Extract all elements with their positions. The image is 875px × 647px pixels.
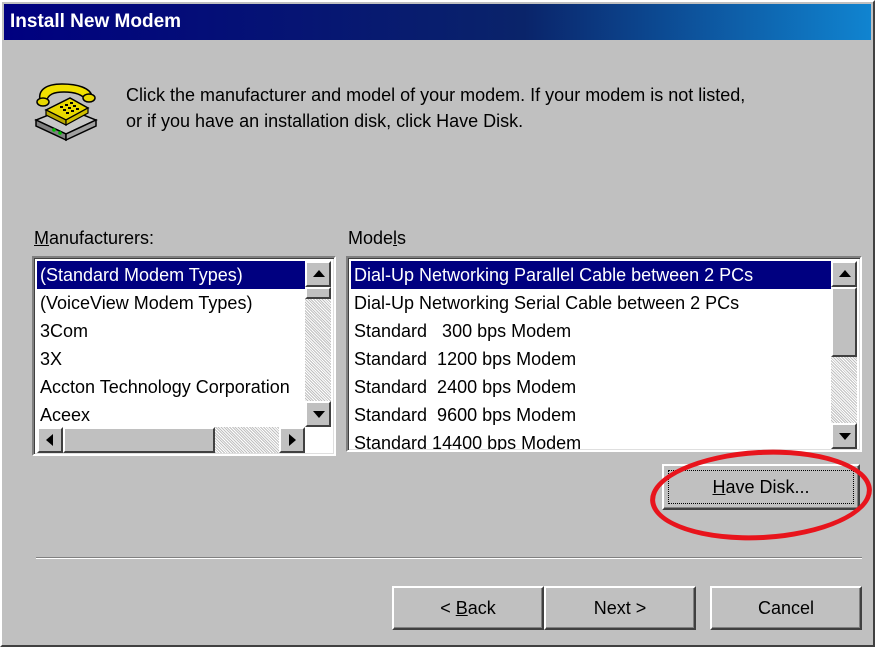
install-new-modem-dialog: Install New Modem Click the manufacturer… (0, 0, 875, 647)
arrow-up-icon (313, 270, 325, 277)
manufacturers-label: Manufacturers: (34, 228, 154, 249)
manufacturers-scroll-down-button[interactable] (305, 401, 331, 427)
model-item[interactable]: Dial-Up Networking Serial Cable between … (351, 289, 831, 317)
models-items: Dial-Up Networking Parallel Cable betwee… (351, 261, 831, 450)
back-button[interactable]: < Back (392, 586, 544, 630)
back-accel: B (455, 597, 468, 618)
instruction-line-1: Click the manufacturer and model of your… (126, 85, 746, 105)
arrow-left-icon (46, 434, 53, 446)
model-item[interactable]: Standard 300 bps Modem (351, 317, 831, 345)
manufacturers-listbox[interactable]: (Standard Modem Types) (VoiceView Modem … (32, 256, 336, 456)
model-item[interactable]: Standard 2400 bps Modem (351, 373, 831, 401)
models-label-post: s (397, 228, 407, 248)
back-prefix: < (440, 597, 456, 618)
model-item[interactable]: Standard 9600 bps Modem (351, 401, 831, 429)
instruction-text: Click the manufacturer and model of your… (126, 82, 856, 134)
cancel-button[interactable]: Cancel (710, 586, 862, 630)
manufacturers-items: (Standard Modem Types) (VoiceView Modem … (37, 261, 305, 429)
telephone-modem-icon (32, 80, 100, 142)
manufacturers-horizontal-scrollbar[interactable] (37, 427, 305, 453)
window-title: Install New Modem (10, 11, 182, 32)
manufacturers-horizontal-scroll-thumb[interactable] (63, 427, 215, 453)
arrow-right-icon (289, 434, 296, 446)
manufacturer-item[interactable]: 3X (37, 345, 305, 373)
arrow-down-icon (313, 411, 325, 418)
manufacturer-item[interactable]: (VoiceView Modem Types) (37, 289, 305, 317)
manufacturer-item[interactable]: Aceex (37, 401, 305, 429)
manufacturers-scroll-up-button[interactable] (305, 261, 331, 287)
cancel-label: Cancel (757, 597, 815, 618)
models-vertical-scrollbar[interactable] (831, 261, 857, 449)
models-vertical-scroll-thumb[interactable] (831, 287, 857, 357)
next-button[interactable]: Next > (544, 586, 696, 630)
have-disk-accel: H (712, 476, 726, 497)
instruction-line-2: or if you have an installation disk, cli… (126, 111, 524, 131)
models-scroll-up-button[interactable] (831, 261, 857, 287)
arrow-down-icon (839, 433, 851, 440)
manufacturers-vertical-scrollbar[interactable] (305, 261, 331, 427)
models-scroll-down-button[interactable] (831, 423, 857, 449)
model-item[interactable]: Dial-Up Networking Parallel Cable betwee… (351, 261, 831, 289)
manufacturers-vertical-scroll-thumb[interactable] (305, 287, 331, 299)
button-separator (36, 557, 862, 559)
model-item[interactable]: Standard 14400 bps Modem (351, 429, 831, 450)
model-item[interactable]: Standard 1200 bps Modem (351, 345, 831, 373)
have-disk-rest: ave Disk... (725, 476, 810, 497)
next-label: Next > (593, 597, 647, 618)
back-rest: ack (467, 597, 496, 618)
have-disk-button[interactable]: Have Disk... (662, 464, 860, 510)
manufacturers-scroll-left-button[interactable] (37, 427, 63, 453)
manufacturer-item[interactable]: 3Com (37, 317, 305, 345)
back-label: < Back (440, 598, 496, 619)
manufacturer-item[interactable]: (Standard Modem Types) (37, 261, 305, 289)
arrow-up-icon (839, 270, 851, 277)
models-label-pre: Mode (348, 228, 394, 248)
have-disk-label: Have Disk... (712, 477, 809, 498)
models-listbox[interactable]: Dial-Up Networking Parallel Cable betwee… (346, 256, 862, 452)
manufacturers-label-accel: M (34, 228, 49, 248)
title-bar[interactable]: Install New Modem (4, 4, 871, 40)
manufacturers-label-rest: anufacturers: (49, 228, 155, 248)
models-label: Models (348, 228, 406, 249)
manufacturers-scroll-right-button[interactable] (279, 427, 305, 453)
manufacturer-item[interactable]: Accton Technology Corporation (37, 373, 305, 401)
